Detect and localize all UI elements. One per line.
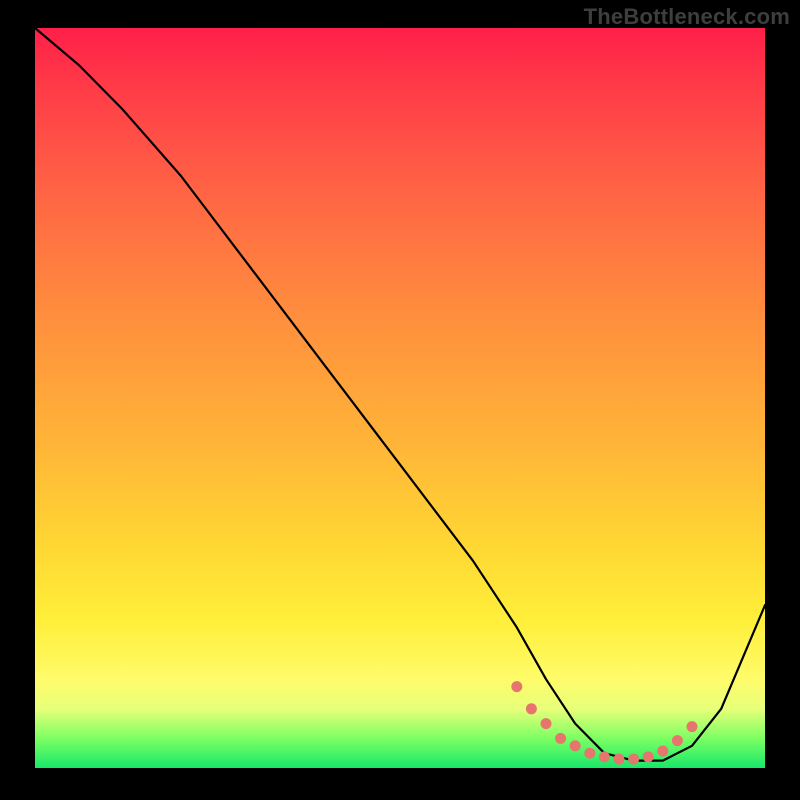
bottleneck-curve-line [35, 28, 765, 761]
optimal-zone-dot [599, 751, 610, 762]
optimal-zone-dot [511, 681, 522, 692]
optimal-zone-dot [570, 740, 581, 751]
chart-frame: TheBottleneck.com [0, 0, 800, 800]
optimal-zone-dot [657, 746, 668, 757]
chart-svg [35, 28, 765, 768]
optimal-zone-dot [526, 703, 537, 714]
optimal-zone-dot [628, 754, 639, 765]
optimal-zone-dot [687, 721, 698, 732]
optimal-zone-dot [614, 754, 625, 765]
optimal-zone-dot [555, 733, 566, 744]
optimal-zone-dot [584, 748, 595, 759]
optimal-zone-dot [541, 718, 552, 729]
optimal-zone-dot [672, 735, 683, 746]
optimal-zone-markers [511, 681, 697, 765]
plot-area [35, 28, 765, 768]
watermark-text: TheBottleneck.com [584, 4, 790, 30]
optimal-zone-dot [643, 751, 654, 762]
